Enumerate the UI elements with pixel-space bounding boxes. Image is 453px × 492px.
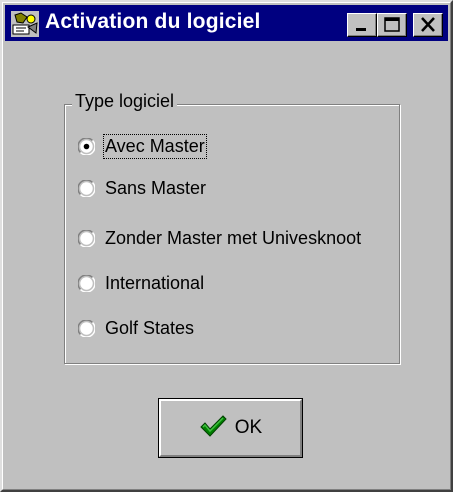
radio-golf-states[interactable]: Golf States	[78, 314, 194, 342]
radio-label: International	[105, 272, 205, 293]
ok-button[interactable]: OK	[158, 398, 303, 458]
activation-dialog: Activation du logiciel Type logiciel Ave…	[0, 0, 453, 492]
radio-button[interactable]	[78, 274, 95, 292]
group-legend: Type logiciel	[72, 91, 178, 112]
close-icon	[421, 17, 435, 32]
maximize-icon	[384, 17, 400, 32]
radio-sans-master[interactable]: Sans Master	[78, 174, 206, 202]
radio-international[interactable]: International	[78, 269, 204, 297]
ok-label: OK	[234, 417, 263, 438]
radio-label: Golf States	[105, 317, 195, 338]
checkmark-icon	[199, 414, 227, 443]
minimize-button[interactable]	[347, 13, 377, 37]
radio-label: Avec Master	[103, 133, 207, 159]
radio-button[interactable]	[78, 319, 95, 337]
radio-button-selected[interactable]	[78, 137, 95, 155]
maximize-button[interactable]	[377, 13, 407, 37]
radio-label: Sans Master	[105, 177, 207, 198]
radio-zonder-master[interactable]: Zonder Master met Univesknoot	[78, 224, 361, 252]
radio-avec-master[interactable]: Avec Master	[78, 132, 207, 160]
minimize-icon	[356, 28, 366, 31]
radio-button[interactable]	[78, 229, 95, 247]
radio-label: Zonder Master met Univesknoot	[105, 227, 362, 248]
title-bar[interactable]: Activation du logiciel	[5, 5, 448, 41]
radio-button[interactable]	[78, 179, 95, 197]
close-button[interactable]	[413, 13, 443, 37]
window-title: Activation du logiciel	[45, 10, 261, 33]
wizard-icon[interactable]	[11, 11, 39, 37]
